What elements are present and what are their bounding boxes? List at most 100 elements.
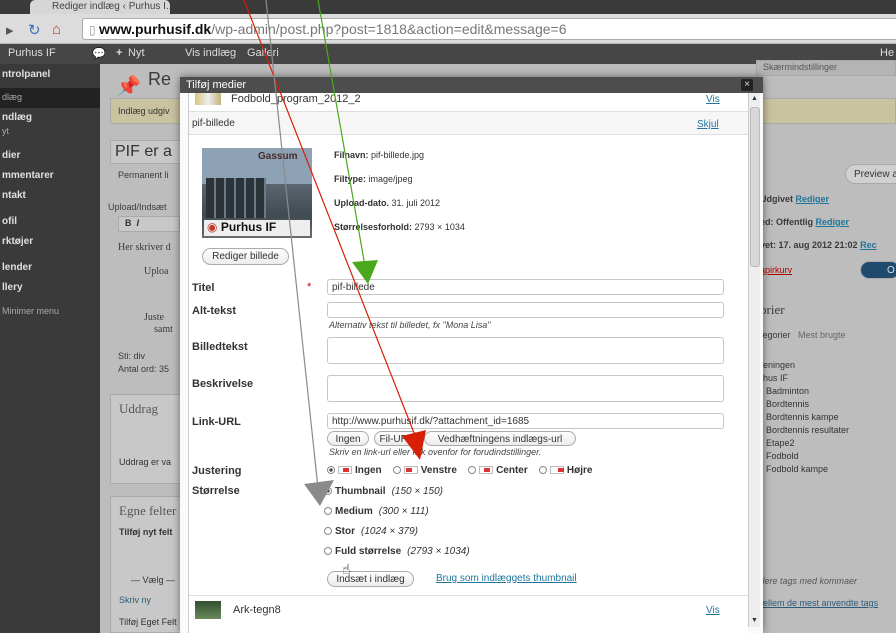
category-item[interactable]: Fodbold kampe [766, 464, 828, 474]
show-link[interactable]: Vis [706, 94, 720, 105]
admin-new-link[interactable]: Nyt [128, 47, 145, 59]
link-none-button[interactable]: Ingen [327, 431, 369, 446]
comments-icon[interactable]: 💬 [92, 47, 106, 60]
link-file-url-button[interactable]: Fil-URL [374, 431, 419, 446]
category-item[interactable]: Etape2 [766, 438, 795, 448]
content-line: Her skriver d [118, 242, 171, 253]
screen-options-tab[interactable]: Skærmindstillinger [756, 60, 896, 76]
published-date: vet: 17. aug 2012 21:02 Rec [760, 240, 877, 250]
dialog-title: Tilføj medier [180, 77, 763, 93]
sidebar-item-tools[interactable]: rktøjer [0, 236, 100, 247]
close-icon[interactable]: × [741, 79, 753, 91]
edit-image-button[interactable]: Rediger billede [202, 248, 289, 265]
align-left-option[interactable]: Venstre [392, 465, 457, 476]
categories-title: orier [760, 302, 785, 317]
category-item[interactable]: Badminton [766, 386, 809, 396]
browser-tab[interactable]: Rediger indlæg ‹ Purhus I... [30, 0, 170, 14]
category-item[interactable]: rhus IF [760, 373, 788, 383]
use-as-featured-image-link[interactable]: Brug som indlæggets thumbnail [436, 573, 577, 584]
alt-text-label: Alt-tekst [192, 305, 237, 317]
address-bar[interactable]: ▯ www.purhusif.dk/wp-admin/post.php?post… [82, 18, 896, 40]
content-bullet: Uploa [144, 266, 169, 277]
media-item-header [189, 112, 748, 134]
meta-filetype: Filtype: image/jpeg [334, 174, 413, 184]
align-right-option[interactable]: Højre [538, 465, 592, 476]
sidebar-item-contact[interactable]: ntakt [0, 190, 100, 201]
preview-button[interactable]: Preview a [845, 164, 896, 184]
post-title-field[interactable]: PIF er a [110, 140, 190, 164]
pin-icon: 📌 [116, 76, 141, 98]
size-option-thumbnail[interactable]: Thumbnail (150 × 150) [324, 486, 443, 497]
home-icon[interactable]: ⌂ [52, 21, 61, 38]
sidebar-item-gallery[interactable]: llery [0, 282, 100, 293]
mouse-pointer-icon: ☝ [342, 561, 351, 577]
sidebar-item-posts-new[interactable]: yt [0, 126, 100, 136]
page-title: Re [148, 69, 172, 89]
alignment-label: Justering [192, 465, 242, 477]
link-url-hint: Skriv en link-url eller klik ovenfor for… [329, 447, 542, 457]
hide-link[interactable]: Skjul [697, 119, 719, 130]
upload-insert-label: Upload/Indsæt [108, 202, 167, 212]
size-option-large[interactable]: Stor (1024 × 379) [324, 526, 418, 537]
category-item[interactable]: Bordtennis resultater [766, 425, 849, 435]
align-center-option[interactable]: Center [468, 465, 528, 476]
sidebar-item-posts-all[interactable]: ndlæg [0, 112, 100, 123]
browser-tab-bar: Rediger indlæg ‹ Purhus I... [0, 0, 896, 14]
logo-icon: ◉ [207, 220, 218, 234]
categories-tabs: tegorier Mest brugte [760, 330, 846, 340]
new-plus-icon[interactable]: + [116, 47, 122, 59]
scrollbar-thumb[interactable] [750, 107, 760, 267]
sidebar-item-calendar[interactable]: lender [0, 262, 100, 273]
building-shape [206, 178, 266, 218]
sidebar-item-profile[interactable]: ofil [0, 216, 100, 227]
sidebar-item-dashboard[interactable]: ntrolpanel [0, 69, 100, 80]
content-bullet-cont: samt [154, 324, 173, 335]
admin-sidebar: ntrolpanel dlæg ndlæg yt dier mmentarer … [0, 64, 100, 633]
description-textarea[interactable] [327, 375, 724, 402]
url-path: /wp-admin/post.php?post=1818&action=edit… [211, 21, 567, 37]
show-link[interactable]: Vis [706, 605, 720, 616]
media-item-name: Ark-tegn8 [233, 604, 281, 616]
size-option-full[interactable]: Fuld størrelse (2793 × 1034) [324, 546, 470, 557]
scroll-down-icon[interactable]: ▼ [751, 617, 758, 624]
forward-icon[interactable]: ▸ [6, 21, 14, 39]
update-button[interactable]: O [860, 261, 896, 279]
align-none-option[interactable]: Ingen [327, 465, 382, 476]
category-item[interactable]: Fodbold [766, 451, 799, 461]
image-thumbnail: Gassum ◉ Purhus IF [202, 148, 312, 238]
admin-site-link[interactable]: Purhus IF [8, 47, 56, 59]
meta-dimensions: Størrelsesforhold: 2793 × 1034 [334, 222, 465, 232]
excerpt-box: Uddrag Uddrag er va [110, 394, 190, 484]
link-url-label: Link-URL [192, 416, 241, 428]
popular-tags-link[interactable]: ællem de mest anvendte tags [760, 598, 878, 608]
published-label: Udgivet Rediger [760, 194, 830, 204]
alt-text-input[interactable] [327, 302, 724, 318]
link-url-input[interactable]: http://www.purhusif.dk/?attachment_id=16… [327, 413, 724, 429]
sidebar-item-comments[interactable]: mmentarer [0, 170, 100, 181]
required-marker: * [307, 281, 312, 293]
sidebar-item-media[interactable]: dier [0, 150, 100, 161]
category-item[interactable]: Bordtennis kampe [766, 412, 839, 422]
admin-view-post-link[interactable]: Vis indlæg [185, 47, 236, 59]
title-input[interactable]: pif-billede [327, 279, 724, 295]
sidebar-item-posts[interactable]: dlæg [0, 92, 100, 102]
file-thumbnail [195, 93, 221, 105]
size-option-medium[interactable]: Medium (300 × 111) [324, 506, 429, 517]
meta-filename: Filnavn: pif-billede.jpg [334, 150, 425, 160]
alt-text-hint: Alternativ tekst til billedet, fx "Mona … [329, 320, 491, 330]
dialog-scrollbar[interactable]: ▲ ▼ [748, 93, 760, 627]
move-to-trash-link[interactable]: apirkurv [760, 265, 792, 275]
content-bullet: Juste [144, 312, 164, 323]
file-thumbnail [195, 601, 221, 619]
reload-icon[interactable]: ↻ [28, 21, 41, 39]
link-post-url-button[interactable]: Vedhæftningens indlægs-url [424, 431, 576, 446]
category-item[interactable]: reningen [760, 360, 795, 370]
caption-textarea[interactable] [327, 337, 724, 364]
admin-howdy[interactable]: He [880, 47, 894, 59]
scroll-up-icon[interactable]: ▲ [751, 95, 758, 102]
description-label: Beskrivelse [192, 378, 254, 390]
category-item[interactable]: Bordtennis [766, 399, 809, 409]
admin-gallery-link[interactable]: Galleri [247, 47, 279, 59]
sidebar-collapse-menu[interactable]: Minimer menu [0, 306, 100, 316]
insert-into-post-button[interactable]: Indsæt i indlæg [327, 571, 414, 587]
